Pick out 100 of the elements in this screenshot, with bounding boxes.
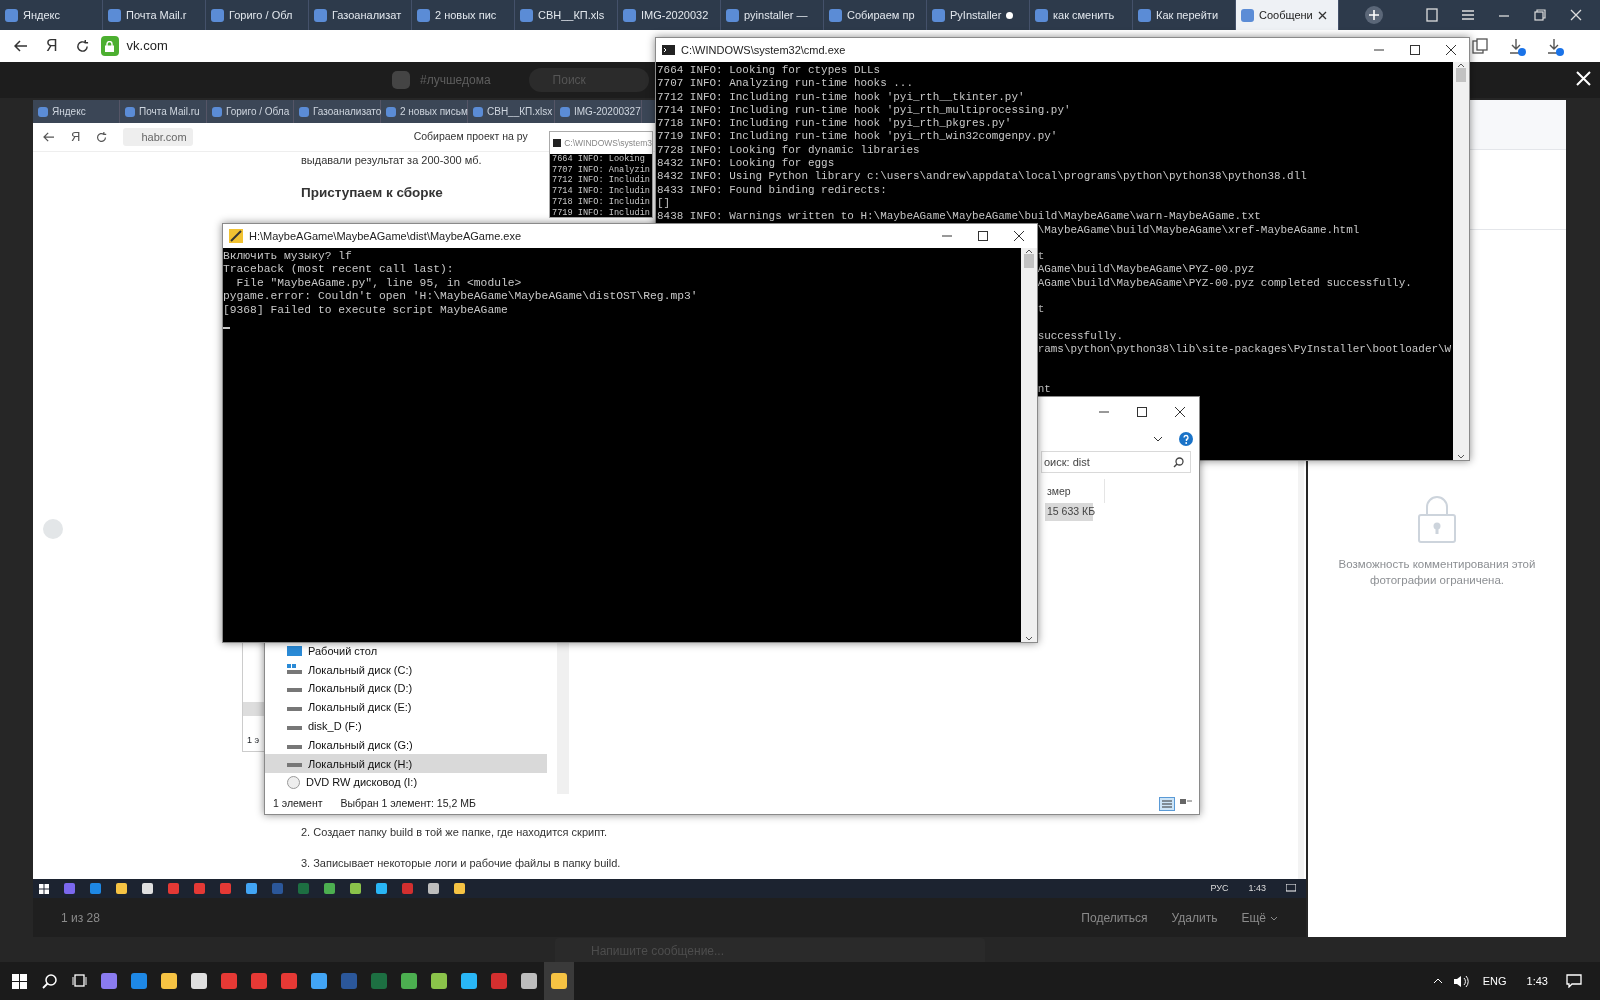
maximize-icon <box>978 231 988 241</box>
paragraph: выдавали результат за 200-300 мб. <box>301 153 482 168</box>
scrollbar-thumb[interactable] <box>1024 254 1034 268</box>
nav-item[interactable]: Локальный диск (D:) <box>265 679 547 698</box>
new-tab-icon[interactable] <box>1365 6 1383 24</box>
app-icon <box>341 973 357 989</box>
help-icon[interactable] <box>1179 432 1193 446</box>
browser-tab[interactable]: Яндекс <box>33 100 120 123</box>
nav-item[interactable]: Локальный диск (C:) <box>265 660 547 680</box>
app-icon[interactable] <box>168 883 179 894</box>
console-line: rams\python\python38\lib\site-packages\PyInstaller\bootloader\W <box>1037 343 1452 357</box>
search-icon <box>41 973 57 989</box>
app-icon[interactable] <box>376 883 387 894</box>
app-icon[interactable] <box>90 883 101 894</box>
browser-tab[interactable]: 2 новых письм <box>381 100 468 123</box>
nav-item[interactable]: Рабочий стол <box>265 641 547 661</box>
site-icon <box>211 8 224 22</box>
action-link[interactable]: Удалить <box>1171 908 1218 927</box>
scrollbar-thumb[interactable] <box>1456 68 1466 82</box>
console-line: 7728 INFO: Looking for dynamic libraries <box>657 143 921 158</box>
list-item: 3. Записывает некоторые логи и рабочие файлы в папку build. <box>301 855 621 871</box>
app-icon <box>461 973 477 989</box>
notification-icon[interactable] <box>1286 884 1296 893</box>
photo-counter: 1 из 28 <box>61 909 100 927</box>
site-icon <box>623 8 636 22</box>
app-icon[interactable] <box>454 883 465 894</box>
scroll-down-icon[interactable] <box>1025 636 1033 642</box>
app-icon[interactable] <box>64 883 75 894</box>
scroll-down-icon[interactable] <box>1457 454 1465 460</box>
browser-tab[interactable]: Почта Mail.ru <box>120 100 207 123</box>
reload-icon[interactable] <box>75 39 89 53</box>
close-icon <box>1446 45 1456 55</box>
clock[interactable]: 1:43 <box>1248 881 1266 896</box>
status-text: 1 элемент <box>273 796 323 812</box>
app-icon[interactable] <box>116 883 127 894</box>
app-icon[interactable] <box>220 883 231 894</box>
app-icon <box>551 973 567 989</box>
start-icon[interactable] <box>39 883 49 894</box>
download-icon[interactable] <box>1508 38 1526 56</box>
yandex-logo[interactable]: Я <box>46 34 58 58</box>
menu-icon[interactable] <box>1461 8 1475 22</box>
browser-tab[interactable]: IMG-20200327 <box>555 100 642 123</box>
console-line: 7714 INFO: Includin <box>552 186 651 197</box>
console-line: successfully. <box>1037 329 1123 344</box>
console-line: 8432 INFO: Looking for eggs <box>657 157 836 171</box>
console-line: 7719 INFO: Including run-time hook 'pyi_rth_win32comgenpy.py' <box>657 130 1059 144</box>
nav-item[interactable]: Локальный диск (H:) <box>265 754 547 774</box>
app-icon <box>101 973 117 989</box>
nav-item[interactable]: Локальный диск (G:) <box>265 735 547 755</box>
app-icon[interactable] <box>428 883 439 894</box>
program-icon <box>229 229 243 243</box>
browser-tab[interactable]: Гориго / Обла <box>207 100 294 123</box>
page-title: Собираем проект на ру <box>413 129 528 145</box>
back-icon[interactable] <box>43 132 55 142</box>
language-indicator[interactable]: РУС <box>1210 881 1229 896</box>
notification-icon[interactable] <box>1566 974 1582 988</box>
site-icon <box>1241 8 1254 22</box>
chevron-up-icon[interactable] <box>1432 978 1443 984</box>
details-view-icon[interactable] <box>1159 797 1175 811</box>
app-icon <box>521 973 537 989</box>
app-icon[interactable] <box>324 883 335 894</box>
nav-item[interactable]: disk_D (F:) <box>265 716 547 736</box>
scroll-up-icon[interactable] <box>1025 248 1033 254</box>
site-icon <box>1138 8 1151 22</box>
nav-item[interactable]: Локальный диск (E:) <box>265 698 547 717</box>
console-line: 8433 INFO: Found binding redirects: <box>657 183 888 197</box>
address-field[interactable]: vk.com <box>126 36 168 56</box>
download-icon[interactable] <box>1546 38 1564 56</box>
close-icon[interactable] <box>1317 10 1327 20</box>
notice-text: Возможность комментирования этой фотографии ограничена. <box>1337 557 1537 588</box>
site-icon <box>108 8 121 22</box>
reload-icon[interactable] <box>96 131 108 143</box>
caret-icon <box>1270 915 1278 921</box>
app-button[interactable] <box>544 962 574 1000</box>
language-indicator[interactable]: ENG <box>1482 972 1507 990</box>
browser-tab[interactable]: Сообщени <box>1236 0 1339 30</box>
chevron-icon[interactable] <box>1153 436 1163 442</box>
browser-tab[interactable]: СВН__КП.xlsx <box>468 100 555 123</box>
browser-tab[interactable]: Газоанализато <box>294 100 381 123</box>
app-icon[interactable] <box>402 883 413 894</box>
app-icon[interactable] <box>350 883 361 894</box>
console-line: 7707 INFO: Analyzing run-time hooks ... <box>657 77 914 91</box>
app-icon[interactable] <box>142 883 153 894</box>
app-icon[interactable] <box>194 883 205 894</box>
speaker-icon[interactable] <box>1452 974 1469 988</box>
restore-icon[interactable] <box>1533 8 1547 22</box>
bookmarks-icon[interactable] <box>1425 8 1439 22</box>
yandex-logo[interactable]: Я <box>71 127 81 147</box>
action-link[interactable]: Ещё <box>1241 908 1278 927</box>
search-field[interactable]: оиск: dist <box>1041 451 1191 473</box>
extension-icon[interactable] <box>1472 38 1488 54</box>
window-title: C:\WINDOWS\system32\cmd.exe <box>681 42 846 58</box>
scroll-up-icon[interactable] <box>1457 62 1465 68</box>
clock[interactable]: 1:43 <box>1526 972 1548 990</box>
address-field[interactable]: habr.com <box>123 127 193 147</box>
back-icon[interactable] <box>14 40 28 52</box>
window-title: C:\WINDOWS\system3 <box>564 136 652 150</box>
action-link[interactable]: Поделиться <box>1081 908 1148 927</box>
app-icon[interactable] <box>246 883 257 894</box>
nav-item[interactable]: DVD RW дисковод (I:) <box>265 773 547 792</box>
